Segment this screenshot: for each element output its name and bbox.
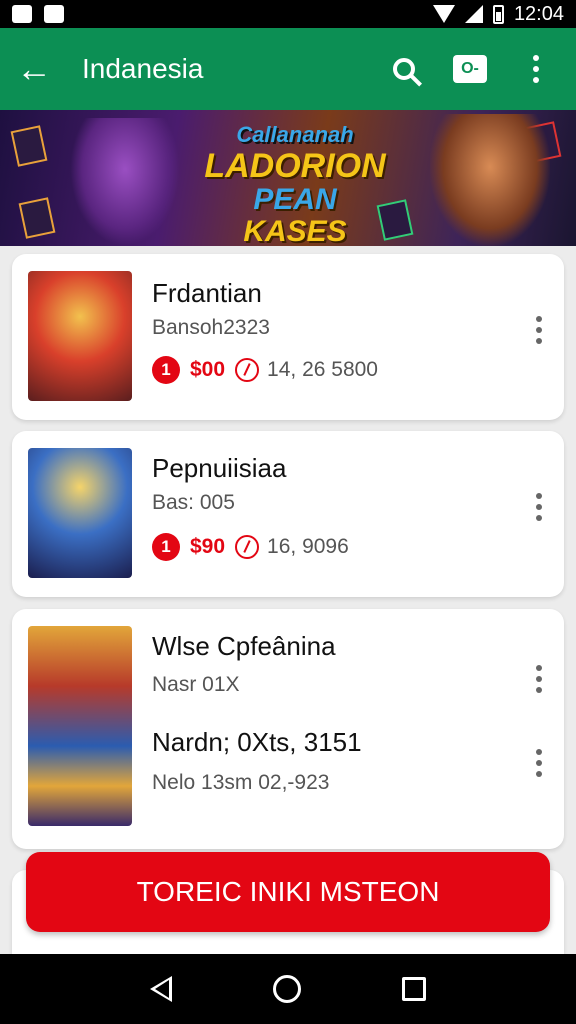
- item-price: $90: [190, 535, 226, 558]
- overflow-menu-button[interactable]: [512, 45, 560, 93]
- banner-line3b: KASES: [243, 215, 347, 247]
- notification-icon: [44, 5, 64, 23]
- battery-icon: [492, 4, 504, 24]
- clock-icon: [235, 358, 260, 382]
- app-bar: ← Indanesia O-: [0, 28, 576, 110]
- item-subtitle: Bansoh2323: [152, 316, 270, 339]
- promo-banner[interactable]: Callananah LADORION PEAN KASES: [0, 110, 576, 246]
- item-meta: 1 $00 14, 26 5800: [152, 356, 378, 384]
- decor-tile: [18, 197, 56, 239]
- more-vertical-icon[interactable]: [536, 665, 542, 693]
- item-time: 16, 9096: [267, 535, 349, 558]
- back-arrow-icon[interactable]: ←: [16, 51, 64, 87]
- game-thumbnail: [28, 271, 132, 401]
- item-title-secondary: Nardn; 0Xts, 3151: [152, 727, 362, 757]
- more-vertical-icon[interactable]: [536, 493, 542, 521]
- signal-icon: [464, 5, 483, 23]
- notification-icon: [12, 5, 32, 23]
- search-icon: [393, 58, 415, 80]
- nav-back-icon[interactable]: [150, 976, 173, 1002]
- banner-line3: PEAN KASES: [200, 183, 390, 247]
- primary-action-button[interactable]: TOREIC INIKI MSTEON: [26, 852, 550, 932]
- more-vertical-icon[interactable]: [536, 749, 542, 777]
- banner-headline: Callananah LADORION PEAN KASES: [200, 122, 390, 246]
- wifi-icon: [432, 5, 455, 23]
- status-bar: 12:04: [0, 0, 576, 28]
- decor-tile: [10, 125, 48, 167]
- status-time: 12:04: [513, 2, 564, 25]
- clock-icon: [235, 535, 260, 559]
- item-meta: 1 $90 16, 9096: [152, 533, 349, 561]
- more-vertical-icon: [533, 55, 539, 83]
- item-title: Pepnuiisiaa: [152, 453, 287, 483]
- game-thumbnail: [28, 626, 132, 826]
- list-item[interactable]: Pepnuiisiaa Bas: 005 1 $90 16, 9096: [12, 431, 564, 597]
- nav-recents-icon[interactable]: [401, 977, 426, 1001]
- banner-line2: LADORION: [204, 147, 386, 185]
- nav-home-icon[interactable]: [272, 975, 301, 1003]
- system-nav-bar: [0, 954, 576, 1024]
- alert-badge: 1: [152, 356, 180, 384]
- item-time: 14, 26 5800: [267, 358, 378, 381]
- banner-line3a: PEAN: [253, 183, 337, 216]
- page-title: Indanesia: [82, 53, 204, 84]
- alert-badge: 1: [152, 533, 180, 561]
- banner-character-left: [70, 118, 180, 246]
- item-title: Wlse Cpfeânina: [152, 631, 336, 661]
- ticket-button[interactable]: O-: [446, 45, 494, 93]
- ticket-icon: O-: [453, 55, 487, 83]
- search-button[interactable]: [380, 45, 428, 93]
- item-title: Frdantian: [152, 278, 262, 308]
- list-item[interactable]: Wlse Cpfeânina Nasr 01X Nardn; 0Xts, 315…: [12, 609, 564, 849]
- item-price: $00: [190, 358, 226, 381]
- item-subtitle: Nasr 01X: [152, 673, 240, 696]
- more-vertical-icon[interactable]: [536, 316, 542, 344]
- item-subtitle-secondary: Nelo 13sm 02,-923: [152, 771, 330, 794]
- list-item[interactable]: Frdantian Bansoh2323 1 $00 14, 26 5800: [12, 254, 564, 420]
- item-subtitle: Bas: 005: [152, 491, 235, 514]
- banner-character-right: [430, 114, 550, 246]
- banner-line1: Callananah: [236, 122, 354, 147]
- game-thumbnail: [28, 448, 132, 578]
